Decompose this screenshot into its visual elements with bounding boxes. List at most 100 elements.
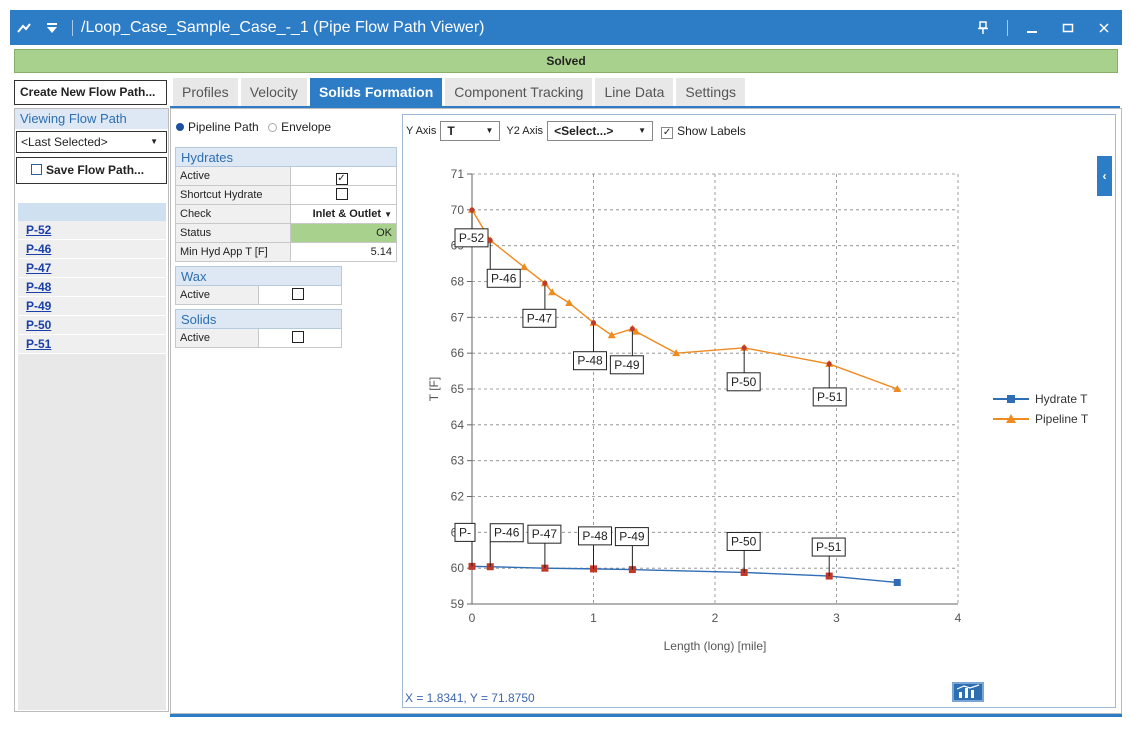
pipeline-label-anchor-marker [542, 280, 548, 286]
x-tick-label: 4 [955, 611, 962, 625]
save-flow-path-button[interactable]: Save Flow Path... [16, 157, 167, 184]
hydrates-active-row: Active ✓ [175, 167, 397, 186]
menu-dropdown-icon[interactable] [38, 10, 66, 45]
legend-pipeline-label: Pipeline T [1035, 412, 1089, 426]
pipeline-path-radio[interactable]: Pipeline Path [176, 120, 259, 134]
pipeline-label-anchor-marker [591, 320, 596, 326]
hydrate-t-line [471, 565, 898, 584]
title-separator [1007, 19, 1008, 36]
y-tick-label: 67 [451, 310, 465, 324]
y-tick-label: 65 [451, 382, 465, 396]
maximize-button[interactable] [1050, 10, 1086, 45]
flow-path-list-header [18, 203, 166, 221]
x-tick-label: 2 [712, 611, 719, 625]
shortcut-hydrate-row: Shortcut Hydrate [175, 186, 397, 205]
y-axis-dropdown[interactable]: T ▼ [440, 121, 501, 141]
radio-selected-icon [176, 123, 184, 131]
chart-options-icon[interactable] [952, 682, 984, 702]
tab-profiles[interactable]: Profiles [173, 78, 238, 107]
hydrates-active-checkbox[interactable]: ✓ [335, 173, 348, 185]
tab-component-tracking[interactable]: Component Tracking [445, 78, 593, 107]
tab-velocity[interactable]: Velocity [240, 78, 307, 107]
chevron-down-icon: ▼ [485, 126, 494, 135]
min-hyd-app-t-value[interactable]: 5.14 [291, 243, 396, 261]
solids-active-row: Active [175, 329, 342, 348]
show-labels-checkbox[interactable]: ✓ [661, 124, 674, 139]
hydrate-point-label: P-51 [816, 540, 842, 554]
collapse-panel-tab[interactable]: ‹ [1097, 156, 1112, 196]
wax-active-checkbox[interactable] [292, 288, 304, 300]
wax-active-row: Active [175, 286, 342, 305]
y-axis-title: T [F] [427, 377, 441, 401]
pipeline-point-label: P-46 [491, 271, 517, 285]
y-tick-label: 70 [451, 203, 465, 217]
temperature-profile-chart[interactable]: 0123459606162636465666768697071Length (l… [402, 145, 1117, 675]
pipeline-point-label: P-49 [614, 358, 640, 372]
wax-section: Wax Active [175, 266, 342, 305]
hydrates-section-header: Hydrates [175, 147, 397, 167]
flow-path-sidebar: Viewing Flow Path <Last Selected> ▼ Save… [14, 108, 169, 712]
cursor-coordinates: X = 1.8341, Y = 71.8750 [405, 691, 535, 705]
pipeline-label-anchor-marker [741, 345, 747, 351]
x-axis-title: Length (long) [mile] [664, 639, 767, 653]
y-axis-label: Y Axis [406, 125, 437, 137]
x-tick-label: 0 [469, 611, 476, 625]
min-hyd-app-t-row: Min Hyd App T [F] 5.14 [175, 243, 397, 262]
y-tick-label: 66 [451, 346, 465, 360]
flow-path-link-p-48[interactable]: P-48 [18, 278, 166, 297]
pipeline-point-label: P-50 [731, 375, 757, 389]
x-tick-label: 3 [833, 611, 840, 625]
flow-path-list: P-52 P-46 P-47 P-48 P-49 P-50 P-51 [18, 203, 166, 710]
legend-hydrate-label: Hydrate T [1035, 392, 1088, 406]
create-flow-path-button[interactable]: Create New Flow Path... [14, 80, 167, 105]
pipeline-label-anchor-marker [629, 326, 635, 332]
pin-icon[interactable] [965, 10, 1001, 45]
flow-path-link-p-49[interactable]: P-49 [18, 297, 166, 316]
hydrate-point-label: P-48 [582, 529, 608, 543]
pipeline-t-point [565, 299, 574, 306]
shortcut-hydrate-checkbox[interactable] [335, 188, 348, 200]
solids-section-header: Solids [175, 309, 342, 329]
pipeline-label-anchor-marker [826, 361, 832, 367]
solids-active-value [259, 329, 341, 347]
flow-path-link-p-51[interactable]: P-51 [18, 335, 166, 354]
legend-hydrate-marker [1007, 395, 1015, 403]
y2-axis-dropdown[interactable]: <Select...> ▼ [547, 121, 654, 141]
radio-unselected-icon [268, 123, 278, 132]
y-tick-label: 71 [451, 167, 465, 181]
solve-status-bar: Solved [14, 49, 1118, 73]
minimize-button[interactable] [1014, 10, 1050, 45]
check-dropdown[interactable]: Inlet & Outlet ▼ [291, 205, 396, 223]
solids-active-label: Active [176, 329, 259, 347]
flow-path-selector-value: <Last Selected> [21, 135, 108, 149]
tab-settings[interactable]: Settings [676, 78, 745, 107]
y-tick-label: 59 [451, 597, 465, 611]
save-flow-path-label: Save Flow Path... [46, 163, 145, 177]
flow-path-link-p-46[interactable]: P-46 [18, 240, 166, 259]
y2-axis-label: Y2 Axis [506, 125, 544, 137]
flow-path-link-p-50[interactable]: P-50 [18, 316, 166, 335]
hydrates-active-value: ✓ [291, 167, 396, 185]
hydrate-point-label: P-47 [532, 527, 558, 541]
tab-line-data[interactable]: Line Data [595, 78, 674, 107]
flow-path-link-p-52[interactable]: P-52 [18, 221, 166, 240]
pipeline-point-label: P-47 [527, 311, 553, 325]
chevron-down-icon: ▼ [384, 210, 392, 219]
flow-path-link-p-47[interactable]: P-47 [18, 259, 166, 278]
status-label: Status [176, 224, 291, 242]
flow-path-selector[interactable]: <Last Selected> ▼ [16, 131, 167, 153]
window-title: /Loop_Case_Sample_Case_-_1 (Pipe Flow Pa… [81, 18, 485, 36]
shortcut-hydrate-label: Shortcut Hydrate [176, 186, 291, 204]
chart-toolbar: Y Axis T ▼ Y2 Axis <Select...> ▼ ✓ Show La… [406, 120, 746, 142]
path-mode-selector: Pipeline Path Envelope [176, 120, 337, 134]
y-tick-label: 68 [451, 275, 465, 289]
solids-active-checkbox[interactable] [292, 331, 304, 343]
hydrate-point-label: P-50 [731, 534, 757, 548]
hydrate-t-point [893, 579, 901, 586]
app-icon[interactable] [10, 10, 38, 45]
envelope-radio[interactable]: Envelope [268, 120, 331, 134]
chevron-down-icon: ▼ [150, 137, 158, 146]
close-button[interactable] [1086, 10, 1122, 45]
tab-solids-formation[interactable]: Solids Formation [309, 78, 443, 107]
hydrates-active-label: Active [176, 167, 291, 185]
